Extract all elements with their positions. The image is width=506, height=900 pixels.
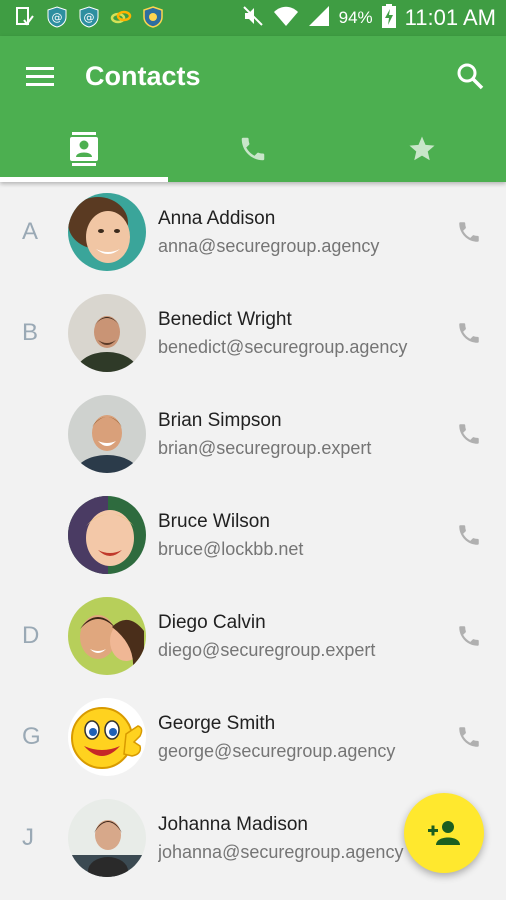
call-button[interactable] <box>456 219 482 245</box>
tab-contacts[interactable] <box>0 116 169 182</box>
section-letter: B <box>22 319 39 346</box>
avatar <box>68 395 146 473</box>
phone-icon <box>459 424 479 444</box>
add-contact-button[interactable] <box>404 793 484 873</box>
contact-email: benedict@securegroup.agency <box>158 337 408 357</box>
shield-icon <box>142 6 164 28</box>
link-icon <box>110 6 132 28</box>
section-letter: J <box>22 824 34 851</box>
system-icons: 94% 11:01 AM <box>241 3 496 34</box>
avatar <box>68 698 146 776</box>
search-icon <box>457 63 484 90</box>
avatar <box>68 496 146 574</box>
avatar <box>68 294 146 372</box>
contact-name: Diego Calvin <box>158 612 266 633</box>
phone-icon <box>459 626 479 646</box>
battery-charging-icon <box>381 3 397 34</box>
download-done-icon <box>14 6 36 28</box>
contact-name: Johanna Madison <box>158 814 308 835</box>
call-button[interactable] <box>456 522 482 548</box>
svg-text:@: @ <box>52 11 63 24</box>
secure-at-icon: @ <box>78 6 100 28</box>
search-button[interactable] <box>454 60 486 92</box>
battery-percent: 94% <box>338 8 373 27</box>
status-bar: @ @ 94% 11:01 AM <box>0 0 506 36</box>
avatar <box>68 799 146 877</box>
contact-name: Benedict Wright <box>158 309 292 330</box>
section-letter: G <box>22 723 41 750</box>
menu-button[interactable] <box>24 60 56 92</box>
tab-favorites[interactable] <box>337 116 506 182</box>
call-button[interactable] <box>456 724 482 750</box>
wifi-icon <box>273 4 299 33</box>
contact-name: Anna Addison <box>158 208 276 229</box>
svg-text:@: @ <box>84 11 95 24</box>
secure-at-icon: @ <box>46 6 68 28</box>
call-button[interactable] <box>456 623 482 649</box>
call-button[interactable] <box>456 421 482 447</box>
star-icon <box>409 136 435 161</box>
page-title: Contacts <box>85 61 201 91</box>
contact-email: george@securegroup.agency <box>158 741 396 761</box>
contact-name: Brian Simpson <box>158 410 282 431</box>
section-letter: D <box>22 622 40 649</box>
contact-name: George Smith <box>158 713 276 734</box>
phone-icon <box>459 525 479 545</box>
contact-row[interactable]: Brian Simpson brian@securegroup.expert <box>0 384 506 485</box>
notification-icons: @ @ <box>14 6 164 28</box>
mute-icon <box>241 4 265 33</box>
phone-icon <box>459 323 479 343</box>
phone-icon <box>241 137 265 161</box>
contact-row[interactable]: Bruce Wilson bruce@lockbb.net <box>0 485 506 586</box>
contact-name: Bruce Wilson <box>158 511 270 532</box>
contact-email: diego@securegroup.expert <box>158 640 376 660</box>
contact-email: anna@securegroup.agency <box>158 236 380 256</box>
contact-row[interactable]: B Benedict Wright benedict@securegroup.a… <box>0 283 506 384</box>
avatar <box>68 193 146 271</box>
clock: 11:01 AM <box>404 5 496 30</box>
section-letter: A <box>22 218 39 245</box>
contact-email: brian@securegroup.expert <box>158 438 372 458</box>
menu-icon <box>26 67 54 86</box>
call-button[interactable] <box>456 320 482 346</box>
add-contact-icon <box>428 821 460 845</box>
contacts-icon <box>70 132 99 166</box>
contact-list: A Anna Addison anna@securegroup.agency B <box>0 182 506 889</box>
phone-icon <box>459 727 479 747</box>
contact-row[interactable]: A Anna Addison anna@securegroup.agency <box>0 182 506 283</box>
app-bar: Contacts <box>0 36 506 182</box>
contact-row[interactable]: D Diego Calvin diego@securegroup.expert <box>0 586 506 687</box>
tab-calls[interactable] <box>169 116 338 182</box>
phone-icon <box>459 222 479 242</box>
signal-icon <box>307 4 331 33</box>
contact-row[interactable]: G George Smith george@securegroup.agency <box>0 687 506 788</box>
contact-email: johanna@securegroup.agency <box>158 842 404 862</box>
contact-email: bruce@lockbb.net <box>158 539 304 559</box>
tab-bar <box>0 116 506 182</box>
avatar <box>68 597 146 675</box>
